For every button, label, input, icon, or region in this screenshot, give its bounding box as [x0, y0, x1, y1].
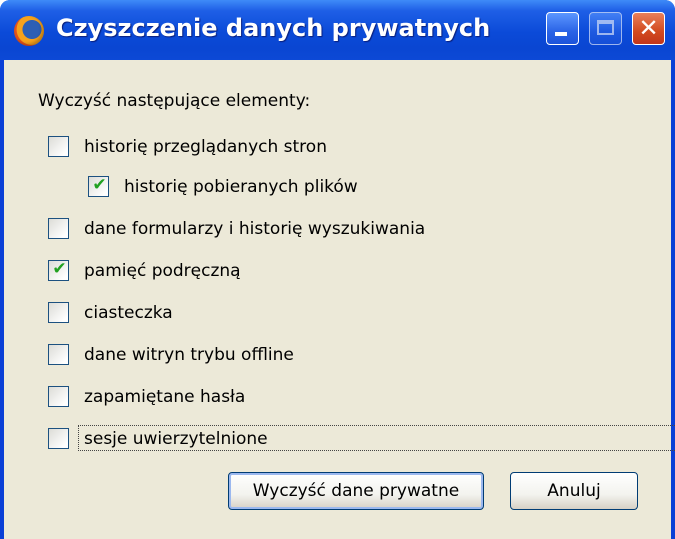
maximize-button — [589, 12, 622, 45]
checkbox-label: historię pobieranych plików — [124, 177, 358, 197]
firefox-icon — [14, 16, 44, 46]
minimize-icon — [555, 32, 567, 36]
checkbox-box[interactable]: ✔ — [88, 175, 109, 197]
checkbox-label: dane formularzy i historię wyszukiwania — [84, 219, 426, 239]
checkbox-label: historię przeglądanych stron — [84, 137, 327, 157]
checkmark-icon: ✔ — [92, 175, 107, 195]
checkbox-download-history[interactable]: ✔ historię pobieranych plików — [88, 175, 428, 204]
window-title: Czyszczenie danych prywatnych — [56, 14, 491, 42]
dialog-body: Wyczyść następujące elementy: historię p… — [4, 60, 675, 539]
checkbox-label: zapamiętane hasła — [84, 387, 246, 407]
checkbox-label: pamięć podręczną — [84, 261, 241, 281]
checkbox-form-search-history[interactable]: dane formularzy i historię wyszukiwania — [48, 218, 488, 246]
checkbox-box[interactable] — [48, 302, 69, 323]
close-icon: ✕ — [638, 14, 659, 42]
checkbox-label: ciasteczka — [84, 303, 173, 323]
maximize-icon — [597, 20, 614, 35]
checkbox-browsing-history[interactable]: historię przeglądanych stron — [48, 136, 408, 164]
checkbox-box[interactable] — [48, 344, 69, 365]
checkbox-authenticated-sessions[interactable]: sesje uwierzytelnione — [48, 425, 675, 456]
checkbox-label: dane witryn trybu offline — [84, 345, 294, 365]
checkbox-box[interactable] — [48, 428, 69, 449]
checkbox-cookies[interactable]: ciasteczka — [48, 302, 248, 330]
close-button[interactable]: ✕ — [632, 12, 665, 45]
checkbox-offline-website-data[interactable]: dane witryn trybu offline — [48, 344, 368, 372]
dialog-heading: Wyczyść następujące elementy: — [38, 91, 311, 111]
checkbox-label: sesje uwierzytelnione — [84, 429, 268, 449]
checkmark-icon: ✔ — [52, 259, 67, 279]
clear-private-data-dialog: Czyszczenie danych prywatnych ✕ Wyczyść … — [0, 0, 675, 539]
clear-private-data-button[interactable]: Wyczyść dane prywatne — [228, 472, 484, 510]
checkbox-box[interactable]: ✔ — [48, 259, 69, 281]
checkbox-box[interactable] — [48, 136, 69, 157]
title-bar[interactable]: Czyszczenie danych prywatnych ✕ — [0, 0, 675, 60]
checkbox-box[interactable] — [48, 218, 69, 239]
checkbox-box[interactable] — [48, 386, 69, 407]
minimize-button[interactable] — [546, 12, 579, 45]
cancel-button[interactable]: Anuluj — [510, 472, 638, 510]
checkbox-cache[interactable]: ✔ pamięć podręczną — [48, 259, 308, 288]
checkbox-saved-passwords[interactable]: zapamiętane hasła — [48, 386, 308, 414]
